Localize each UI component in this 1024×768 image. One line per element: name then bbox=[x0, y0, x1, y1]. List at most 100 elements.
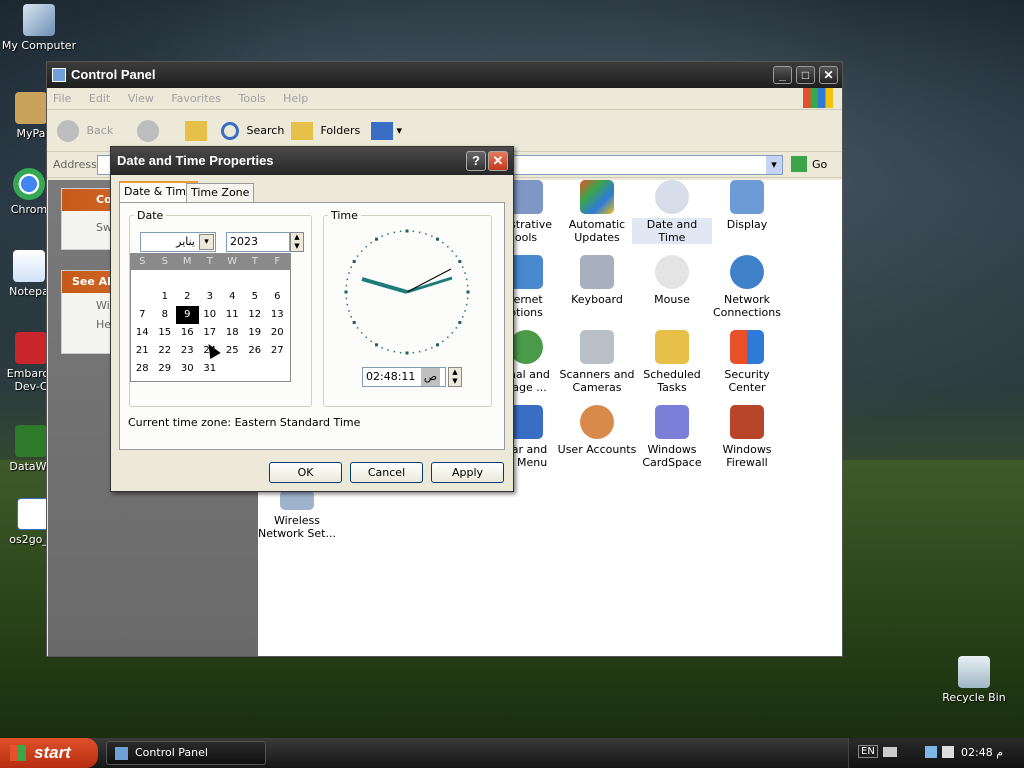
item-user-accounts[interactable]: User Accounts bbox=[557, 405, 637, 456]
calendar-day[interactable]: 11 bbox=[221, 306, 244, 324]
clock-tick bbox=[464, 310, 466, 312]
tab-time-zone[interactable]: Time Zone bbox=[186, 183, 255, 203]
go-label[interactable]: Go bbox=[812, 158, 827, 171]
calendar-day[interactable]: 30 bbox=[176, 360, 199, 378]
calendar-day[interactable]: 26 bbox=[244, 342, 267, 360]
calendar-day[interactable]: 22 bbox=[154, 342, 177, 360]
date-group-label: Date bbox=[137, 209, 164, 222]
calendar-day[interactable]: 7 bbox=[131, 306, 154, 324]
go-arrow-icon[interactable] bbox=[791, 156, 807, 172]
month-select[interactable]: يناير ▾ bbox=[140, 232, 216, 252]
control-panel-titlebar[interactable]: Control Panel _ □ ✕ bbox=[47, 62, 842, 88]
clock-tick bbox=[346, 303, 349, 306]
menu-edit[interactable]: Edit bbox=[89, 92, 110, 105]
calendar-day[interactable]: 1 bbox=[154, 288, 177, 306]
recycle-bin-icon bbox=[958, 656, 990, 688]
calendar-day[interactable]: 18 bbox=[221, 324, 244, 342]
volume-icon[interactable] bbox=[942, 746, 954, 758]
calendar-day[interactable]: 28 bbox=[131, 360, 154, 378]
search-button[interactable]: Search bbox=[221, 118, 284, 144]
menu-favorites[interactable]: Favorites bbox=[171, 92, 221, 105]
desktop-icon-recycle-bin[interactable]: Recycle Bin bbox=[935, 656, 1013, 704]
clock-tick bbox=[387, 233, 389, 235]
calendar-day[interactable]: 2 bbox=[176, 288, 199, 306]
menu-file[interactable]: File bbox=[53, 92, 71, 105]
calendar-day[interactable]: 31 bbox=[199, 360, 222, 378]
calendar-day[interactable]: 19 bbox=[244, 324, 267, 342]
item-network-connections[interactable]: Network Connections bbox=[707, 255, 787, 319]
item-mouse[interactable]: Mouse bbox=[632, 255, 712, 306]
folders-button[interactable]: Folders bbox=[291, 118, 360, 144]
views-button[interactable]: ▾ bbox=[371, 118, 402, 144]
item-wireless-network-setup[interactable]: Wireless Network Set... bbox=[257, 490, 337, 540]
cancel-button[interactable]: Cancel bbox=[350, 462, 423, 483]
calendar-day[interactable]: 17 bbox=[199, 324, 222, 342]
clock-tick bbox=[356, 327, 359, 329]
item-windows-firewall[interactable]: Windows Firewall bbox=[707, 405, 787, 469]
clock-tick bbox=[352, 321, 356, 324]
calendar-day[interactable]: 12 bbox=[244, 306, 267, 324]
calendar-empty-cell bbox=[131, 288, 154, 306]
item-security-center[interactable]: Security Center bbox=[707, 330, 787, 394]
dialog-close-button[interactable]: ✕ bbox=[488, 151, 508, 171]
calendar-day[interactable]: 3 bbox=[199, 288, 222, 306]
minimize-button[interactable]: _ bbox=[773, 66, 792, 84]
current-time-zone: Current time zone: Eastern Standard Time bbox=[128, 416, 361, 429]
item-date-and-time[interactable]: Date and Time bbox=[632, 180, 712, 244]
back-button[interactable]: Back bbox=[57, 118, 113, 144]
item-automatic-updates[interactable]: Automatic Updates bbox=[557, 180, 637, 244]
address-dropdown-button[interactable]: ▾ bbox=[766, 156, 782, 174]
time-spinner[interactable]: ▲ ▼ bbox=[448, 367, 462, 387]
forward-button[interactable] bbox=[137, 118, 159, 144]
clock-tick bbox=[455, 327, 458, 329]
calendar-day[interactable]: 9 bbox=[176, 306, 199, 324]
menu-help[interactable]: Help bbox=[283, 92, 308, 105]
up-button[interactable] bbox=[185, 118, 207, 144]
clock[interactable]: 02:48 م bbox=[961, 746, 1003, 759]
menu-tools[interactable]: Tools bbox=[239, 92, 266, 105]
clock-tick bbox=[370, 340, 372, 343]
calendar-day[interactable]: 10 bbox=[199, 306, 222, 324]
start-button[interactable]: start bbox=[0, 738, 98, 768]
calendar-week-row: 14 15 16 17 18 19 20 bbox=[131, 324, 290, 342]
calendar-day[interactable]: 20 bbox=[266, 324, 289, 342]
clock-tick bbox=[350, 316, 353, 318]
calendar-day[interactable]: 23 bbox=[176, 342, 199, 360]
ok-button[interactable]: OK bbox=[269, 462, 342, 483]
item-scheduled-tasks[interactable]: Scheduled Tasks bbox=[632, 330, 712, 394]
help-button[interactable]: ? bbox=[466, 151, 486, 171]
calendar-day[interactable]: 6 bbox=[266, 288, 289, 306]
control-panel-icon bbox=[115, 747, 128, 760]
calendar-day[interactable]: 25 bbox=[221, 342, 244, 360]
maximize-button[interactable]: □ bbox=[796, 66, 815, 84]
item-windows-cardspace[interactable]: Windows CardSpace bbox=[632, 405, 712, 469]
calendar-day[interactable]: 5 bbox=[244, 288, 267, 306]
clock-tick bbox=[346, 278, 349, 281]
desktop-icon-my-computer[interactable]: My Computer bbox=[0, 4, 78, 52]
calendar-day[interactable]: 16 bbox=[176, 324, 199, 342]
calendar-day[interactable]: 27 bbox=[266, 342, 289, 360]
keyboard-layout-icon[interactable] bbox=[883, 747, 897, 757]
year-input[interactable]: 2023 bbox=[226, 232, 290, 252]
item-keyboard[interactable]: Keyboard bbox=[557, 255, 637, 306]
taskbar-item-control-panel[interactable]: Control Panel bbox=[106, 741, 266, 765]
item-scanners-cameras[interactable]: Scanners and Cameras bbox=[557, 330, 637, 394]
language-indicator[interactable]: EN bbox=[858, 745, 878, 758]
dialog-titlebar[interactable]: Date and Time Properties ? ✕ bbox=[111, 147, 513, 175]
calendar-day[interactable]: 14 bbox=[131, 324, 154, 342]
item-display[interactable]: Display bbox=[707, 180, 787, 231]
time-input[interactable]: 02:48:11 ص bbox=[362, 367, 446, 387]
calendar-day[interactable]: 29 bbox=[154, 360, 177, 378]
calendar-day[interactable]: 4 bbox=[221, 288, 244, 306]
calendar-empty-cell bbox=[131, 270, 154, 288]
close-button[interactable]: ✕ bbox=[819, 66, 838, 84]
network-tray-icon[interactable] bbox=[925, 746, 937, 758]
calendar-day[interactable]: 8 bbox=[154, 306, 177, 324]
calendar-empty-cell bbox=[244, 360, 267, 378]
menu-view[interactable]: View bbox=[128, 92, 154, 105]
calendar-day[interactable]: 15 bbox=[154, 324, 177, 342]
calendar-day[interactable]: 21 bbox=[131, 342, 154, 360]
apply-button[interactable]: Apply bbox=[431, 462, 504, 483]
calendar-day[interactable]: 13 bbox=[266, 306, 289, 324]
year-spinner[interactable]: ▲ ▼ bbox=[290, 232, 304, 252]
